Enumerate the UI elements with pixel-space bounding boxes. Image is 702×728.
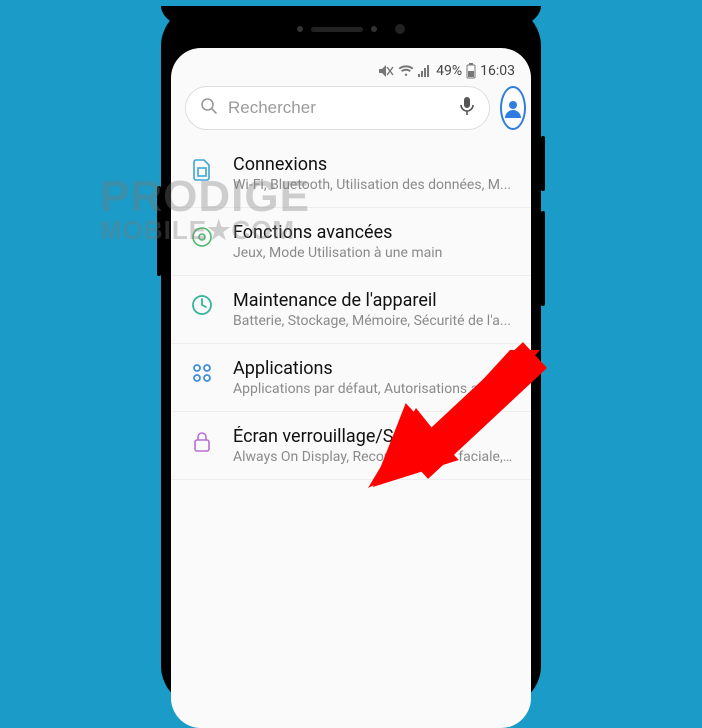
item-title: Applications	[233, 358, 513, 379]
clock: 16:03	[480, 63, 515, 79]
signal-icon	[418, 64, 432, 78]
settings-item-maintenance[interactable]: Maintenance de l'appareil Batterie, Stoc…	[171, 276, 531, 344]
mute-icon	[378, 64, 394, 78]
settings-list: Connexions Wi-Fi, Bluetooth, Utilisation…	[171, 140, 531, 480]
phone-screen: 49% 16:03	[171, 48, 531, 728]
microphone-icon[interactable]	[459, 96, 475, 120]
settings-item-applications[interactable]: Applications Applications par défaut, Au…	[171, 344, 531, 412]
item-subtitle: Batterie, Stockage, Mémoire, Sécurité de…	[233, 313, 513, 329]
phone-notch	[161, 6, 541, 48]
item-subtitle: Jeux, Mode Utilisation à une main	[233, 245, 513, 261]
maintenance-icon	[189, 290, 215, 316]
battery-icon	[466, 63, 476, 79]
item-subtitle: Always On Display, Reconnaissance facial…	[233, 449, 513, 465]
bixby-button	[541, 136, 545, 191]
item-subtitle: Applications par défaut, Autorisations a…	[233, 381, 513, 397]
wifi-icon	[398, 64, 414, 78]
settings-item-connexions[interactable]: Connexions Wi-Fi, Bluetooth, Utilisation…	[171, 140, 531, 208]
search-input[interactable]	[228, 98, 449, 118]
power-button	[541, 211, 545, 306]
profile-button[interactable]	[500, 86, 526, 130]
sim-icon	[189, 154, 215, 182]
item-title: Fonctions avancées	[233, 222, 513, 243]
advanced-icon	[189, 222, 215, 248]
lock-icon	[189, 426, 215, 454]
apps-icon	[189, 358, 215, 384]
settings-item-fonctions[interactable]: Fonctions avancées Jeux, Mode Utilisatio…	[171, 208, 531, 276]
item-title: Écran verrouillage/Sécurité	[233, 426, 513, 447]
person-icon	[502, 97, 524, 119]
status-bar: 49% 16:03	[171, 48, 531, 72]
item-subtitle: Wi-Fi, Bluetooth, Utilisation des donnée…	[233, 177, 513, 193]
search-row	[171, 72, 531, 140]
item-title: Maintenance de l'appareil	[233, 290, 513, 311]
volume-button	[157, 186, 161, 276]
search-icon	[200, 97, 218, 119]
item-title: Connexions	[233, 154, 513, 175]
settings-item-ecran-securite[interactable]: Écran verrouillage/Sécurité Always On Di…	[171, 412, 531, 480]
search-field[interactable]	[185, 86, 490, 130]
battery-percent: 49%	[436, 63, 462, 79]
phone-frame: 49% 16:03	[161, 6, 541, 706]
